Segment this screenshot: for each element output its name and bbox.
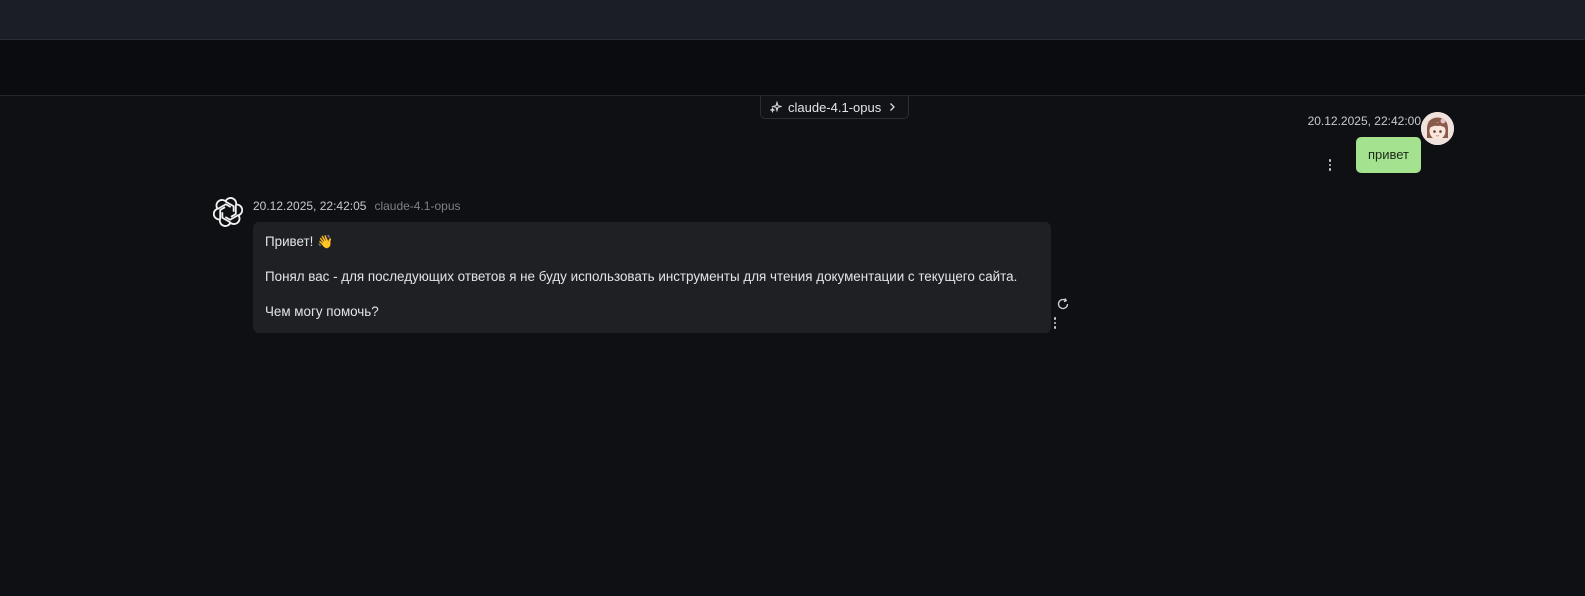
assistant-paragraph: Понял вас - для последующих ответов я не…: [265, 269, 1018, 284]
user-message-bubble: привет: [1355, 137, 1421, 173]
regenerate-icon[interactable]: [1056, 297, 1070, 311]
model-selector-label: claude-4.1-opus: [788, 99, 882, 115]
user-avatar[interactable]: [1421, 112, 1454, 145]
chevron-right-icon: [887, 102, 897, 112]
user-message-timestamp: 20.12.2025, 22:42:00: [1307, 114, 1421, 128]
sparkle-icon: [770, 101, 782, 113]
chat-header-bar: [0, 40, 1585, 96]
assistant-message-model: claude-4.1-opus: [374, 199, 461, 213]
openai-logo-icon: [212, 197, 244, 227]
top-bar: [0, 0, 1585, 40]
assistant-greeting-line: Привет! 👋: [265, 233, 1039, 251]
assistant-paragraph: Чем могу помочь?: [265, 304, 379, 319]
assistant-message-meta: 20.12.2025, 22:42:05 claude-4.1-opus: [253, 199, 461, 213]
assistant-message-timestamp: 20.12.2025, 22:42:05: [253, 199, 367, 213]
assistant-greeting: Привет!: [265, 234, 314, 249]
assistant-message-menu-icon[interactable]: [1050, 316, 1060, 330]
user-message-menu-icon[interactable]: [1325, 158, 1335, 172]
assistant-message-bubble: Привет! 👋 Понял вас - для последующих отв…: [253, 222, 1051, 333]
model-selector-button[interactable]: claude-4.1-opus: [760, 96, 910, 119]
waving-hand-emoji: 👋: [317, 234, 334, 249]
